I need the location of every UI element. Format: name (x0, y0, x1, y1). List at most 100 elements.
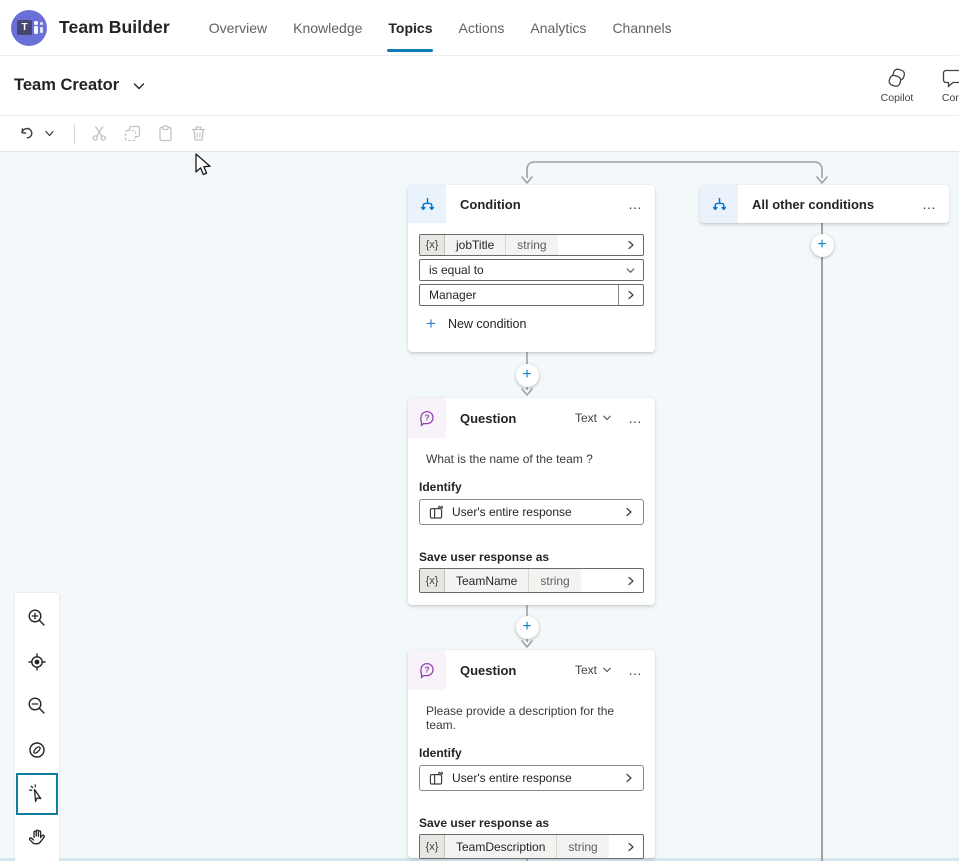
question-type-dropdown[interactable]: Text (575, 411, 612, 425)
chevron-right-icon (624, 507, 634, 517)
select-tool-button[interactable] (15, 772, 59, 816)
undo-icon (17, 124, 36, 143)
save-response-label: Save user response as (419, 550, 644, 564)
entire-response-icon (429, 505, 444, 520)
svg-text:?: ? (424, 665, 429, 675)
chevron-down-icon (602, 665, 612, 675)
new-condition-button[interactable]: + New condition (419, 315, 644, 332)
topic-bar: Team Creator Copilot Com (0, 56, 959, 116)
canvas-tool-palette (15, 593, 59, 861)
flow-canvas[interactable]: + + + Condition … (0, 152, 959, 861)
locate-button[interactable] (15, 640, 59, 684)
new-condition-label: New condition (448, 317, 527, 331)
app-window: T Team Builder Overview Knowledge Topics… (0, 0, 959, 861)
all-other-conditions-menu-button[interactable]: … (910, 196, 949, 212)
copy-button[interactable] (120, 122, 144, 146)
edit-toolbar (0, 116, 959, 152)
teams-logo-icon: T (11, 10, 47, 46)
condition-icon (408, 185, 446, 223)
trash-icon (189, 124, 208, 143)
delete-button[interactable] (186, 122, 210, 146)
tab-actions[interactable]: Actions (445, 0, 517, 55)
identify-label: Identify (419, 480, 644, 494)
condition-menu-button[interactable]: … (616, 196, 655, 212)
paste-button[interactable] (153, 122, 177, 146)
chevron-right-icon (618, 569, 643, 592)
save-variable-field[interactable]: {x} TeamDescription string (419, 834, 644, 859)
chevron-down-icon[interactable] (132, 79, 146, 93)
toolbar-divider (74, 124, 75, 144)
tab-knowledge[interactable]: Knowledge (280, 0, 375, 55)
paste-icon (156, 124, 175, 143)
question-message[interactable]: Please provide a description for the tea… (419, 704, 644, 732)
tab-overview[interactable]: Overview (196, 0, 280, 55)
cut-button[interactable] (87, 122, 111, 146)
question-node-2[interactable]: ? Question Text … Please provide a descr… (408, 650, 655, 858)
tab-analytics[interactable]: Analytics (517, 0, 599, 55)
condition-icon (700, 185, 738, 223)
hand-icon (26, 827, 48, 849)
operator-value: is equal to (420, 260, 618, 280)
question-menu-button[interactable]: … (616, 662, 655, 678)
question-menu-button[interactable]: … (616, 410, 655, 426)
zoom-in-button[interactable] (15, 596, 59, 640)
chevron-right-icon (618, 285, 643, 305)
topic-title: Team Creator (14, 76, 119, 95)
top-nav: Overview Knowledge Topics Actions Analyt… (196, 0, 685, 55)
question-type-label: Text (575, 411, 597, 425)
identify-field[interactable]: User's entire response (419, 499, 644, 525)
question-node-1[interactable]: ? Question Text … What is the name of th… (408, 398, 655, 605)
tab-topics[interactable]: Topics (375, 0, 445, 55)
variable-type: string (528, 569, 580, 592)
condition-operator-select[interactable]: is equal to (419, 259, 644, 281)
chevron-right-icon (624, 773, 634, 783)
all-other-conditions-node[interactable]: All other conditions … (700, 185, 949, 223)
select-cursor-icon (26, 783, 48, 805)
chevron-right-icon (618, 835, 643, 858)
topic-actions: Copilot Com (877, 67, 959, 104)
compass-button[interactable] (15, 728, 59, 772)
question-type-dropdown[interactable]: Text (575, 663, 612, 677)
identify-value: User's entire response (452, 771, 572, 785)
question-icon: ? (408, 398, 446, 438)
copilot-icon (886, 67, 908, 89)
plus-icon: + (426, 315, 436, 332)
copy-icon (123, 124, 142, 143)
add-node-button[interactable]: + (516, 364, 539, 387)
undo-button[interactable] (14, 122, 38, 146)
undo-menu-chevron[interactable] (40, 122, 58, 146)
identify-label: Identify (419, 746, 644, 760)
condition-variable-field[interactable]: {x} jobTitle string (419, 234, 644, 256)
copilot-button[interactable]: Copilot (877, 67, 917, 104)
variable-type: string (556, 835, 608, 858)
variable-prefix: {x} (420, 235, 445, 255)
question-node-title: Question (460, 411, 516, 426)
question-message[interactable]: What is the name of the team ? (419, 452, 644, 466)
variable-prefix: {x} (420, 569, 445, 592)
question-type-label: Text (575, 663, 597, 677)
all-other-conditions-title: All other conditions (752, 197, 874, 212)
identify-field[interactable]: User's entire response (419, 765, 644, 791)
zoom-out-icon (26, 695, 48, 717)
chevron-right-icon (618, 235, 643, 255)
add-node-button[interactable]: + (811, 234, 834, 257)
condition-value: Manager (420, 285, 618, 305)
condition-value-field[interactable]: Manager (419, 284, 644, 306)
variable-prefix: {x} (420, 835, 445, 858)
comment-icon (942, 67, 959, 89)
chevron-down-icon (618, 260, 643, 280)
pan-tool-button[interactable] (15, 816, 59, 860)
question-node-title: Question (460, 663, 516, 678)
svg-text:?: ? (424, 413, 429, 423)
condition-node-header: Condition … (408, 185, 655, 223)
condition-node[interactable]: Condition … {x} jobTitle string is equal… (408, 185, 655, 352)
question-icon: ? (408, 650, 446, 690)
identify-value: User's entire response (452, 505, 572, 519)
comments-button[interactable]: Com (933, 67, 959, 104)
tab-channels[interactable]: Channels (599, 0, 684, 55)
locate-icon (26, 651, 48, 673)
cut-icon (90, 124, 109, 143)
add-node-button[interactable]: + (516, 616, 539, 639)
zoom-out-button[interactable] (15, 684, 59, 728)
save-variable-field[interactable]: {x} TeamName string (419, 568, 644, 593)
